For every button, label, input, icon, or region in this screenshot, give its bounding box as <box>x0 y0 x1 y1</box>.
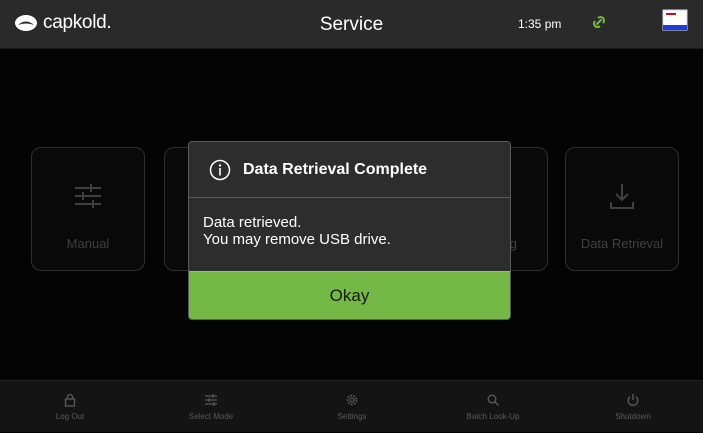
data-retrieval-dialog: Data Retrieval Complete Data retrieved. … <box>188 141 511 320</box>
nav-log-out[interactable]: Log Out <box>0 381 140 433</box>
nav-label: Shutdown <box>615 412 651 421</box>
info-icon <box>209 159 231 180</box>
nav-batch-look-up[interactable]: Batch Look-Up <box>423 381 563 433</box>
power-icon <box>627 394 639 406</box>
link-icon <box>592 15 606 29</box>
dialog-title: Data Retrieval Complete <box>243 160 428 178</box>
okay-button[interactable]: Okay <box>189 271 510 319</box>
sliders-icon <box>205 394 217 406</box>
logo: capkold. <box>14 12 112 34</box>
nav-label: Batch Look-Up <box>466 412 520 421</box>
nav-settings[interactable]: Settings <box>282 381 422 433</box>
nav-select-mode[interactable]: Select Mode <box>141 381 281 433</box>
logo-text: capkold. <box>43 12 112 33</box>
nav-label: Settings <box>337 412 367 421</box>
dialog-message-line-1: Data retrieved. <box>203 214 302 231</box>
clock: 1:35 pm <box>518 17 562 31</box>
dialog-header: Data Retrieval Complete <box>189 142 510 198</box>
top-bar: capkold. Service 1:35 pm <box>0 0 703 49</box>
gear-icon <box>346 394 358 406</box>
nav-shutdown[interactable]: Shutdown <box>563 381 703 433</box>
logo-icon <box>15 15 37 31</box>
bottom-nav: Log Out Select Mode Settings Batch Look-… <box>0 380 703 432</box>
nav-label: Log Out <box>55 412 85 421</box>
dialog-message-line-2: You may remove USB drive. <box>203 231 391 248</box>
lock-icon <box>64 393 76 407</box>
nav-label: Select Mode <box>188 412 234 421</box>
window-icon[interactable] <box>662 9 688 31</box>
dialog-message: Data retrieved. You may remove USB drive… <box>203 214 391 248</box>
search-icon <box>487 394 499 406</box>
